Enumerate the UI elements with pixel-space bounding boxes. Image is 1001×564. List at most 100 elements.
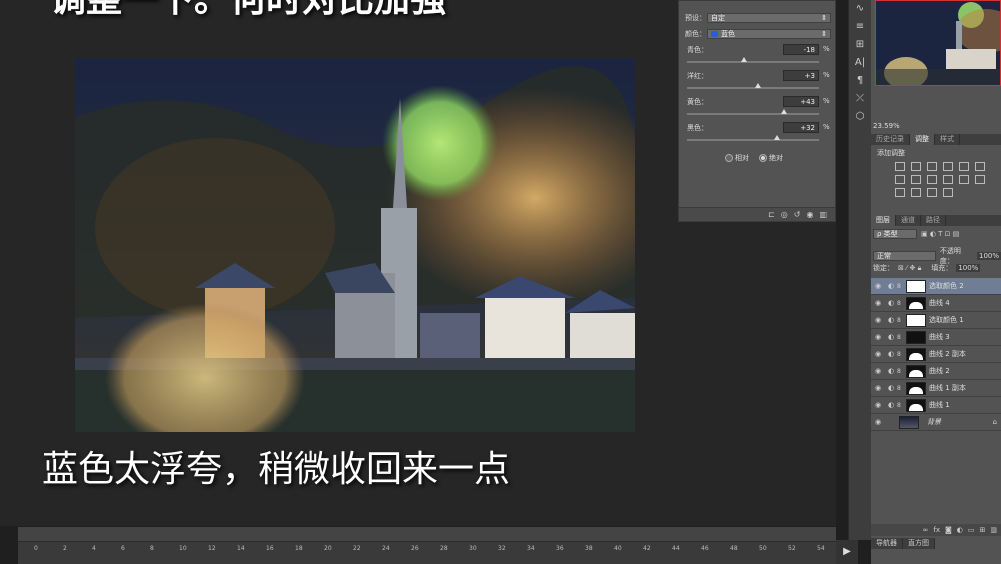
slider-thumb[interactable] — [755, 83, 761, 88]
layer-row[interactable]: ◉ ◐ 8 曲线 1 副本 — [871, 380, 1001, 397]
black-white-icon[interactable] — [911, 175, 921, 184]
eye-icon[interactable]: ◉ — [871, 299, 885, 307]
layer-name[interactable]: 背景 — [927, 417, 993, 427]
link-icon[interactable]: 8 — [897, 317, 903, 324]
new-layer-icon[interactable]: ⊞ — [980, 526, 986, 534]
paragraph-icon[interactable]: ¶ — [849, 72, 871, 90]
layer-row[interactable]: ◉ ◐ 8 曲线 2 — [871, 363, 1001, 380]
character-icon[interactable]: A| — [849, 54, 871, 72]
preset-select[interactable]: 自定 ⇕ — [707, 13, 831, 23]
eye-icon[interactable]: ◉ — [871, 418, 885, 426]
layer-row[interactable]: ◉ ◐ 8 选取颜色 1 — [871, 312, 1001, 329]
levels-icon[interactable] — [911, 162, 921, 171]
layer-row-background[interactable]: ◉ 背景 ⌂ — [871, 414, 1001, 431]
curves-icon[interactable] — [927, 162, 937, 171]
eye-icon[interactable]: ◉ — [871, 350, 885, 358]
layer-name[interactable]: 曲线 1 — [929, 400, 950, 410]
clip-icon[interactable]: ⊏ — [768, 210, 775, 219]
new-group-icon[interactable]: ▭ — [968, 526, 975, 534]
selective-color-icon[interactable] — [943, 188, 953, 197]
eye-icon[interactable]: ◉ — [871, 316, 885, 324]
layer-row[interactable]: ◉ ◐ 8 曲线 1 — [871, 397, 1001, 414]
black-value-field[interactable]: +32 — [783, 122, 819, 133]
add-mask-icon[interactable]: ◙ — [945, 526, 952, 534]
magenta-slider[interactable] — [687, 83, 819, 89]
layer-mask-thumbnail[interactable] — [906, 330, 926, 344]
absolute-radio[interactable]: 绝对 — [759, 153, 783, 163]
yellow-slider[interactable] — [687, 109, 819, 115]
3d-cube-icon[interactable]: ⬡ — [849, 108, 871, 126]
view-previous-icon[interactable]: ◎ — [781, 210, 788, 219]
history-brush-icon[interactable]: ∿ — [849, 0, 871, 18]
tab-layers[interactable]: 图层 — [871, 215, 896, 226]
vibrance-icon[interactable] — [959, 162, 969, 171]
slider-thumb[interactable] — [774, 135, 780, 140]
link-icon[interactable]: 8 — [897, 351, 903, 358]
layer-mask-thumbnail[interactable] — [906, 313, 926, 327]
color-balance-icon[interactable] — [895, 175, 905, 184]
trash-icon[interactable]: ▥ — [819, 210, 827, 219]
brush-presets-icon[interactable]: ≡ — [849, 18, 871, 36]
filter-icons[interactable]: ▣ ◐ T ⊡ ▤ — [921, 230, 959, 238]
layer-name[interactable]: 选取颜色 1 — [929, 315, 964, 325]
new-adjustment-icon[interactable]: ◐ — [957, 526, 963, 534]
eye-icon[interactable]: ◉ — [871, 367, 885, 375]
link-icon[interactable]: 8 — [897, 402, 903, 409]
hue-saturation-icon[interactable] — [975, 162, 985, 171]
tab-adjustments[interactable]: 调整 — [910, 134, 935, 145]
eye-icon[interactable]: ◉ — [871, 333, 885, 341]
slider-thumb[interactable] — [781, 109, 787, 114]
magenta-value-field[interactable]: +3 — [783, 70, 819, 81]
layer-row[interactable]: ◉ ◐ 8 曲线 4 — [871, 295, 1001, 312]
layer-name[interactable]: 曲线 3 — [929, 332, 950, 342]
blend-mode-select[interactable]: 正常 — [873, 251, 936, 261]
zoom-level[interactable]: 23.59% — [873, 122, 900, 130]
link-icon[interactable]: 8 — [897, 300, 903, 307]
trash-icon[interactable]: ▥ — [990, 526, 997, 534]
timeline-ruler[interactable]: 0 2 4 6 8 10 12 14 16 18 20 22 24 26 28 30 32 34 36 38 40 42 4… — [18, 542, 836, 564]
color-lookup-icon[interactable] — [959, 175, 969, 184]
link-icon[interactable]: 8 — [897, 368, 903, 375]
layer-filter-select[interactable]: ρ 类型 — [873, 229, 917, 239]
layer-name[interactable]: 曲线 2 副本 — [929, 349, 966, 359]
timeline-track[interactable] — [18, 527, 836, 542]
layer-row[interactable]: ◉ ◐ 8 曲线 3 — [871, 329, 1001, 346]
tab-paths[interactable]: 路径 — [921, 215, 946, 226]
invert-icon[interactable] — [975, 175, 985, 184]
eye-icon[interactable]: ◉ — [871, 401, 885, 409]
fx-icon[interactable]: fx — [933, 526, 940, 534]
layer-name[interactable]: 曲线 1 副本 — [929, 383, 966, 393]
tools-icon[interactable]: ⤫ — [849, 90, 871, 108]
slider-thumb[interactable] — [741, 57, 747, 62]
layer-mask-thumbnail[interactable] — [906, 347, 926, 361]
tab-histogram[interactable]: 直方图 — [903, 538, 935, 549]
tab-navigator[interactable]: 导航器 — [871, 538, 903, 549]
layer-row[interactable]: ◉ ◐ 8 选取颜色 2 — [871, 278, 1001, 295]
black-slider[interactable] — [687, 135, 819, 141]
lock-icons[interactable]: ⊠ ⁄ ✥ 🔒︎ — [898, 264, 921, 273]
edited-photo[interactable] — [75, 58, 635, 432]
layer-row[interactable]: ◉ ◐ 8 曲线 2 副本 — [871, 346, 1001, 363]
cyan-value-field[interactable]: -18 — [783, 44, 819, 55]
link-icon[interactable]: 8 — [897, 334, 903, 341]
layer-mask-thumbnail[interactable] — [906, 381, 926, 395]
photo-filter-icon[interactable] — [927, 175, 937, 184]
eye-icon[interactable]: ◉ — [871, 282, 885, 290]
layer-mask-thumbnail[interactable] — [906, 279, 926, 293]
link-layers-icon[interactable]: ∞ — [923, 526, 929, 534]
relative-radio[interactable]: 相对 — [725, 153, 749, 163]
clone-source-icon[interactable]: ⊞ — [849, 36, 871, 54]
layer-mask-thumbnail[interactable] — [906, 398, 926, 412]
yellow-value-field[interactable]: +43 — [783, 96, 819, 107]
gradient-map-icon[interactable] — [927, 188, 937, 197]
layer-name[interactable]: 曲线 4 — [929, 298, 950, 308]
brightness-icon[interactable] — [895, 162, 905, 171]
threshold-icon[interactable] — [911, 188, 921, 197]
reset-icon[interactable]: ↺ — [794, 210, 801, 219]
channel-mixer-icon[interactable] — [943, 175, 953, 184]
layer-name[interactable]: 选取颜色 2 — [929, 281, 964, 291]
fill-value[interactable]: 100% — [956, 264, 981, 272]
play-icon[interactable]: ▶ — [836, 540, 858, 564]
link-icon[interactable]: 8 — [897, 385, 903, 392]
posterize-icon[interactable] — [895, 188, 905, 197]
